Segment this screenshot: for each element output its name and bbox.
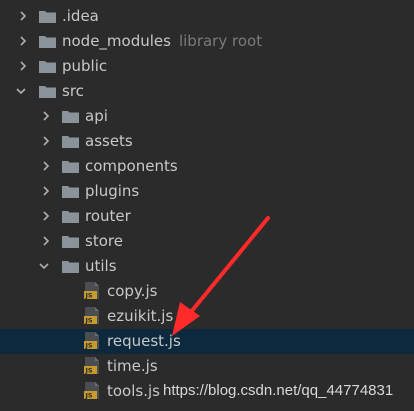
folder-icon xyxy=(62,184,79,198)
js-file-icon: JS xyxy=(84,382,100,400)
svg-text:JS: JS xyxy=(85,392,93,400)
tree-item-ezuikit-js[interactable]: JS ezuikit.js xyxy=(0,304,414,329)
chevron-down-icon[interactable] xyxy=(15,85,27,97)
tree-item-label: src xyxy=(62,82,84,100)
project-file-tree: .idea node_modules library root public sr… xyxy=(0,0,414,411)
folder-icon xyxy=(39,84,56,98)
tree-item-store[interactable]: store xyxy=(0,229,414,254)
chevron-right-icon[interactable] xyxy=(40,135,52,147)
folder-icon xyxy=(62,234,79,248)
tree-item-label: time.js xyxy=(107,357,158,375)
tree-item-label: plugins xyxy=(85,182,140,200)
folder-icon xyxy=(39,59,56,73)
tree-item-time-js[interactable]: JS time.js xyxy=(0,354,414,379)
chevron-right-icon[interactable] xyxy=(40,235,52,247)
chevron-right-icon[interactable] xyxy=(40,160,52,172)
js-file-icon: JS xyxy=(84,307,100,325)
svg-text:JS: JS xyxy=(85,367,93,375)
tree-item-label: store xyxy=(85,232,123,250)
js-file-icon: JS xyxy=(84,357,100,375)
tree-item-label: public xyxy=(62,57,108,75)
folder-icon xyxy=(39,9,56,23)
js-file-icon: JS xyxy=(84,282,100,300)
svg-text:JS: JS xyxy=(85,317,93,325)
tree-item-request-js[interactable]: JS request.js xyxy=(0,329,414,354)
tree-item-label: api xyxy=(85,107,108,125)
tree-item-label: components xyxy=(85,157,178,175)
tree-item-src[interactable]: src xyxy=(0,79,414,104)
library-root-hint: library root xyxy=(178,32,263,50)
folder-icon xyxy=(62,159,79,173)
svg-text:JS: JS xyxy=(85,342,93,350)
chevron-right-icon[interactable] xyxy=(40,210,52,222)
chevron-right-icon[interactable] xyxy=(17,60,29,72)
tree-item-components[interactable]: components xyxy=(0,154,414,179)
tree-item-api[interactable]: api xyxy=(0,104,414,129)
tree-item-assets[interactable]: assets xyxy=(0,129,414,154)
svg-text:JS: JS xyxy=(85,292,93,300)
tree-item-label: ezuikit.js xyxy=(107,307,174,325)
folder-icon xyxy=(62,109,79,123)
tree-item-label: request.js xyxy=(107,332,181,350)
folder-icon xyxy=(62,209,79,223)
chevron-right-icon[interactable] xyxy=(40,185,52,197)
tree-item-idea[interactable]: .idea xyxy=(0,4,414,29)
tree-item-label: tools.js xyxy=(107,382,160,400)
tree-item-label: .idea xyxy=(62,7,99,25)
chevron-right-icon[interactable] xyxy=(17,35,29,47)
folder-icon xyxy=(62,259,79,273)
chevron-down-icon[interactable] xyxy=(38,260,50,272)
chevron-right-icon[interactable] xyxy=(17,10,29,22)
tree-item-node-modules[interactable]: node_modules library root xyxy=(0,29,414,54)
tree-item-label: router xyxy=(85,207,131,225)
tree-item-router[interactable]: router xyxy=(0,204,414,229)
tree-item-label: copy.js xyxy=(107,282,158,300)
folder-icon xyxy=(39,34,56,48)
tree-item-plugins[interactable]: plugins xyxy=(0,179,414,204)
tree-item-public[interactable]: public xyxy=(0,54,414,79)
folder-icon xyxy=(62,134,79,148)
js-file-icon: JS xyxy=(84,332,100,350)
tree-item-utils[interactable]: utils xyxy=(0,254,414,279)
tree-item-label: assets xyxy=(85,132,133,150)
tree-item-copy-js[interactable]: JS copy.js xyxy=(0,279,414,304)
tree-item-label: node_modules library root xyxy=(62,32,263,50)
watermark-url: https://blog.csdn.net/qq_44774831 xyxy=(163,382,394,399)
chevron-right-icon[interactable] xyxy=(40,110,52,122)
tree-item-label: utils xyxy=(85,257,117,275)
